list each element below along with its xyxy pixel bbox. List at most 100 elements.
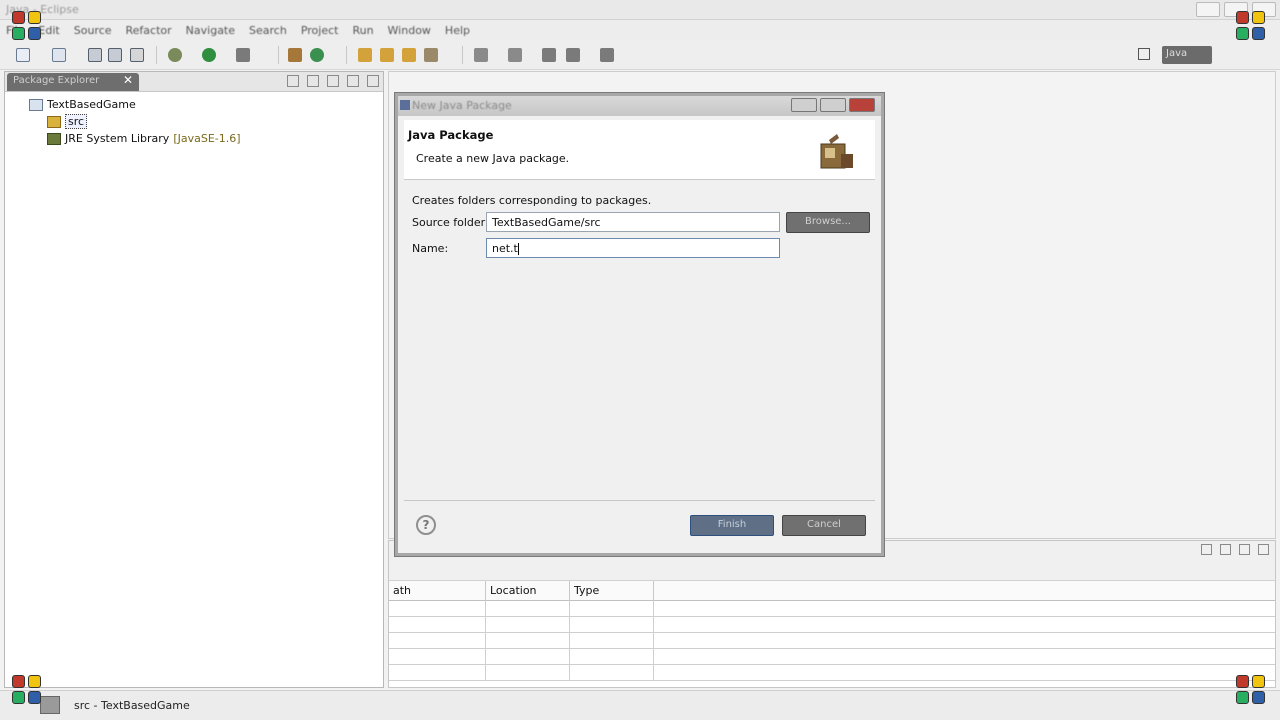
menu-source[interactable]: Source (74, 24, 112, 37)
tree-item-jre-version: [JavaSE-1.6] (173, 132, 241, 145)
minimize-button[interactable] (1196, 2, 1220, 17)
menu-run[interactable]: Run (352, 24, 373, 37)
open-type-icon[interactable] (358, 48, 372, 62)
link-with-editor-icon[interactable] (307, 75, 319, 87)
tree-item-src-label: src (65, 114, 88, 129)
tree-item-jre[interactable]: JRE System Library [JavaSE-1.6] (9, 130, 383, 147)
print-icon[interactable] (130, 48, 144, 62)
browse-button[interactable]: Browse... (786, 212, 870, 233)
save-all-icon[interactable] (108, 48, 122, 62)
dialog-body: Creates folders corresponding to package… (404, 180, 875, 500)
dialog-header: Java Package Create a new Java package. (404, 120, 875, 180)
finish-button[interactable]: Finish (690, 515, 774, 536)
forward-arrow-icon[interactable] (600, 48, 614, 62)
close-tab-icon[interactable]: ✕ (123, 73, 133, 87)
status-project-icon (40, 696, 60, 714)
table-row (389, 649, 1275, 665)
dialog-header-title: Java Package (408, 128, 494, 142)
new-icon[interactable] (16, 48, 30, 62)
view-menu-icon[interactable] (327, 75, 339, 87)
menu-project[interactable]: Project (301, 24, 339, 37)
yellow-dot-icon (1252, 11, 1265, 24)
green-dot-icon (1236, 691, 1249, 704)
red-dot-icon (1236, 11, 1249, 24)
editor-controls[interactable] (1243, 74, 1267, 84)
minimize-view-icon[interactable] (347, 75, 359, 87)
corner-dots-top-right (1236, 11, 1266, 41)
yellow-dot-icon (28, 675, 41, 688)
last-edit-icon[interactable] (542, 48, 556, 62)
external-tools-icon[interactable] (236, 48, 250, 62)
minimize-view-icon[interactable] (1239, 544, 1250, 555)
maximize-view-icon[interactable] (1258, 544, 1269, 555)
package-explorer-panel: Package Explorer ✕ TextBasedGame src JRE… (4, 71, 384, 688)
source-folder-field[interactable]: TextBasedGame/src (486, 212, 780, 232)
view-toolbar (287, 75, 379, 87)
annotation-icon[interactable] (424, 48, 438, 62)
open-task-icon[interactable] (380, 48, 394, 62)
menu-search[interactable]: Search (249, 24, 287, 37)
debug-icon[interactable] (168, 48, 182, 62)
package-explorer-tabbar: Package Explorer ✕ (5, 72, 383, 92)
search-icon[interactable] (402, 48, 416, 62)
new-class-icon[interactable] (310, 48, 324, 62)
dialog-close-button[interactable] (849, 98, 875, 112)
yellow-dot-icon (1252, 675, 1265, 688)
column-location[interactable]: Location (486, 581, 570, 601)
column-path[interactable]: ath (389, 581, 486, 601)
dialog-titlebar: New Java Package (398, 96, 881, 116)
save-icon[interactable] (88, 48, 102, 62)
menu-window[interactable]: Window (388, 24, 431, 37)
collapse-all-icon[interactable] (287, 75, 299, 87)
package-name-value: net.t (492, 242, 518, 255)
next-annotation-icon[interactable] (474, 48, 488, 62)
dialog-body-description: Creates folders corresponding to package… (412, 194, 652, 207)
table-row (389, 633, 1275, 649)
maximize-view-icon[interactable] (367, 75, 379, 87)
java-perspective-button[interactable]: Java (1162, 46, 1212, 64)
new-java-package-dialog: New Java Package Java Package Create a n… (395, 93, 884, 556)
status-bar: src - TextBasedGame (0, 690, 1280, 720)
package-folder-icon (47, 115, 61, 128)
green-dot-icon (12, 27, 25, 40)
new-file-icon[interactable] (52, 48, 66, 62)
filter-icon[interactable] (1201, 544, 1212, 555)
bottom-panel-toolbar (1201, 544, 1269, 555)
view-menu-icon[interactable] (1220, 544, 1231, 555)
column-type[interactable]: Type (570, 581, 654, 601)
table-row (389, 617, 1275, 633)
red-dot-icon (1236, 675, 1249, 688)
open-perspective-icon[interactable] (1138, 48, 1150, 60)
red-dot-icon (12, 675, 25, 688)
prev-annotation-icon[interactable] (508, 48, 522, 62)
dialog-window-controls (791, 98, 875, 112)
table-header: ath Location Type (389, 581, 1275, 601)
package-explorer-tab[interactable]: Package Explorer (7, 73, 139, 91)
new-java-project-icon[interactable] (288, 48, 302, 62)
menu-navigate[interactable]: Navigate (186, 24, 235, 37)
dialog-header-description: Create a new Java package. (416, 152, 570, 165)
source-folder-value: TextBasedGame/src (492, 216, 601, 229)
dialog-minimize-button[interactable] (791, 98, 817, 112)
back-arrow-icon[interactable] (566, 48, 580, 62)
table-row (389, 665, 1275, 681)
dialog-maximize-button[interactable] (820, 98, 846, 112)
green-dot-icon (12, 691, 25, 704)
blue-dot-icon (1252, 27, 1265, 40)
menu-help[interactable]: Help (445, 24, 470, 37)
corner-dots-top-left (12, 11, 42, 41)
corner-dots-bottom-right (1236, 675, 1266, 705)
menu-refactor[interactable]: Refactor (126, 24, 172, 37)
package-name-field[interactable]: net.t (486, 238, 780, 258)
run-icon[interactable] (202, 48, 216, 62)
library-icon (47, 132, 61, 145)
project-folder-icon (29, 98, 43, 111)
help-icon[interactable]: ? (416, 515, 436, 535)
tree-item-project[interactable]: TextBasedGame (9, 96, 383, 113)
cancel-button[interactable]: Cancel (782, 515, 866, 536)
corner-dots-bottom-left (12, 675, 42, 705)
dialog-app-icon (400, 100, 410, 110)
main-toolbar: Java (0, 40, 1280, 70)
table-row (389, 601, 1275, 617)
tree-item-src[interactable]: src (9, 113, 383, 130)
